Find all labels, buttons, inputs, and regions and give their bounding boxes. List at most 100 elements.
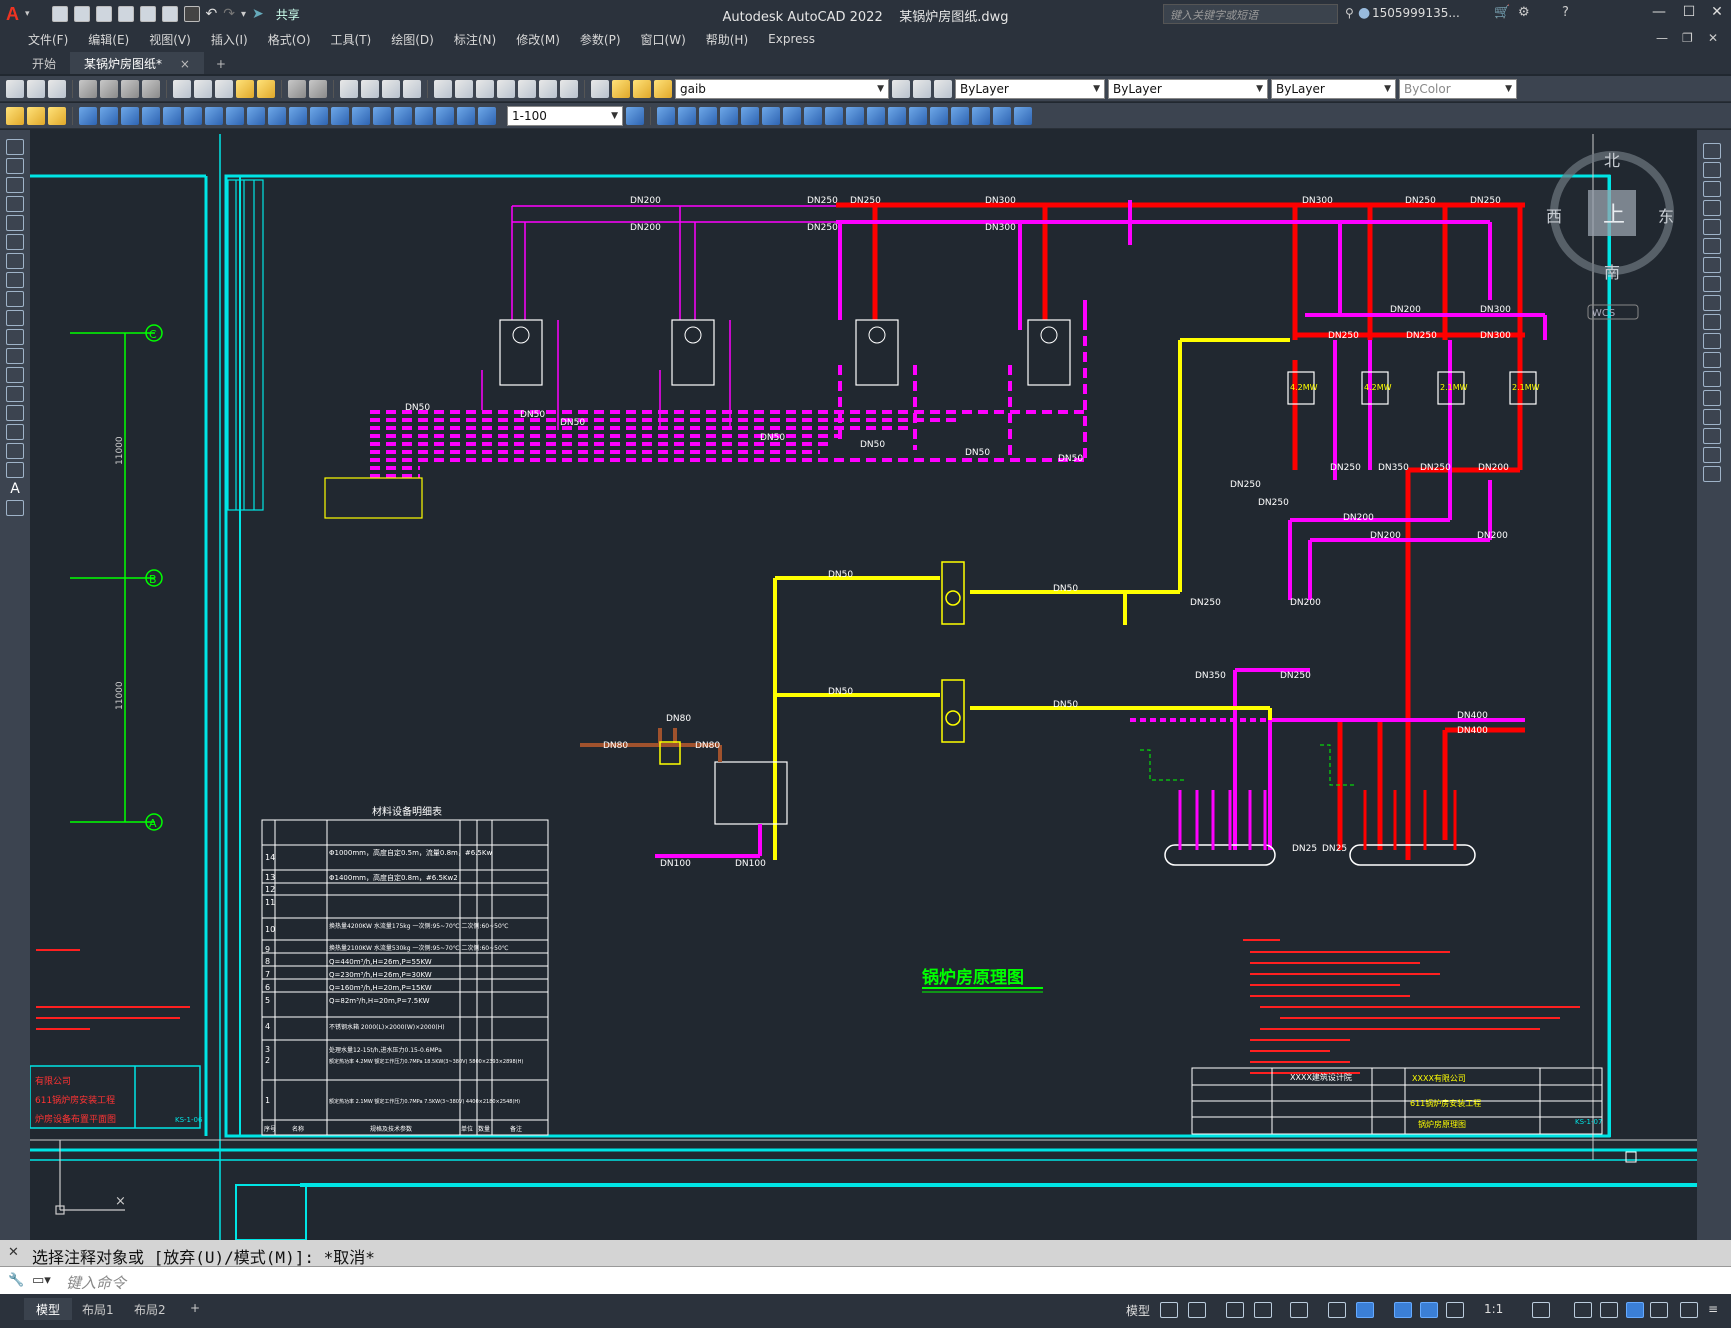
center-mark-icon[interactable]: [373, 106, 391, 125]
search-input[interactable]: 键入关键字或短语: [1163, 4, 1338, 24]
layout-tab-2[interactable]: 布局2: [122, 1298, 178, 1320]
viewcube-top[interactable]: 上: [1603, 203, 1625, 228]
layer-freeze-icon[interactable]: [48, 106, 66, 125]
check-icon[interactable]: [972, 106, 990, 125]
share-icon[interactable]: ➤: [252, 6, 264, 22]
flatshot-icon[interactable]: [1014, 106, 1032, 125]
menu-express[interactable]: Express: [758, 32, 825, 46]
dim-style-dropdown[interactable]: 1-100 ▼: [507, 105, 623, 126]
extrude-faces-icon[interactable]: [720, 106, 738, 125]
chamfer-icon[interactable]: [1703, 409, 1721, 425]
customize-qat-icon[interactable]: ▾: [241, 9, 246, 20]
tool-palettes-icon[interactable]: [476, 79, 494, 98]
autodesk-app-icon[interactable]: ⚙: [1518, 5, 1530, 20]
osnap-icon[interactable]: [1328, 1302, 1346, 1318]
menu-view[interactable]: 视图(V): [139, 31, 201, 48]
save-icon[interactable]: [95, 6, 112, 22]
tab-active-drawing[interactable]: 某锅炉房图纸* ×: [70, 52, 204, 74]
add-layout-icon[interactable]: +: [178, 1298, 212, 1320]
menu-tools[interactable]: 工具(T): [321, 31, 382, 48]
markup-icon[interactable]: [518, 79, 536, 98]
dim-space-icon[interactable]: [310, 106, 328, 125]
move-faces-icon[interactable]: [741, 106, 759, 125]
offset-faces-icon[interactable]: [762, 106, 780, 125]
publish-icon[interactable]: [121, 79, 139, 98]
quick-dim-icon[interactable]: [247, 106, 265, 125]
copy-object-icon[interactable]: [1703, 162, 1721, 178]
zoom-previous-icon[interactable]: [403, 79, 421, 98]
mtext-icon[interactable]: A: [6, 481, 24, 497]
add-selected-icon[interactable]: [6, 500, 24, 516]
fillet-icon[interactable]: [1703, 428, 1721, 444]
insert-block-icon[interactable]: [6, 348, 24, 364]
separate-icon[interactable]: [930, 106, 948, 125]
paste-icon[interactable]: [215, 79, 233, 98]
tab-start[interactable]: 开始: [18, 52, 70, 74]
hardware-acceleration-icon[interactable]: [1626, 1302, 1644, 1318]
redo-icon[interactable]: ↷: [223, 6, 235, 22]
layout-tab-1[interactable]: 布局1: [70, 1298, 126, 1320]
3d-print-icon[interactable]: [142, 79, 160, 98]
region-icon[interactable]: [6, 443, 24, 459]
viewcube-east[interactable]: 东: [1658, 207, 1674, 226]
close-command-icon[interactable]: ✕: [8, 1245, 19, 1260]
polyline-icon[interactable]: [6, 177, 24, 193]
dim-break-icon[interactable]: [331, 106, 349, 125]
stretch-icon[interactable]: [1703, 295, 1721, 311]
inspection-icon[interactable]: [394, 106, 412, 125]
new-file-icon[interactable]: [51, 6, 68, 22]
drawing-canvas[interactable]: C B A 11000 11000 × 有限公司 611锅炉房安装工程 炉房设备…: [30, 130, 1697, 1240]
gradient-icon[interactable]: [6, 424, 24, 440]
model-space-label[interactable]: 模型: [1126, 1302, 1150, 1319]
snap-icon[interactable]: [1188, 1302, 1206, 1318]
point-icon[interactable]: [6, 386, 24, 402]
zoom-realtime-icon[interactable]: [361, 79, 379, 98]
rotate-faces-icon[interactable]: [804, 106, 822, 125]
object-snap-icon[interactable]: [1356, 1302, 1374, 1318]
lineweight-dropdown[interactable]: ByLayer ▼: [1271, 78, 1396, 99]
intersect-icon[interactable]: [699, 106, 717, 125]
menu-draw[interactable]: 绘图(D): [381, 31, 444, 48]
menu-dimension[interactable]: 标注(N): [444, 31, 506, 48]
table-icon[interactable]: [6, 462, 24, 478]
jogged-dim-icon[interactable]: [184, 106, 202, 125]
menu-parametric[interactable]: 参数(P): [570, 31, 631, 48]
wcs-menu[interactable]: WCS: [1592, 308, 1615, 319]
calculator-icon[interactable]: [539, 79, 557, 98]
offset-icon[interactable]: [1703, 200, 1721, 216]
dim-update-icon[interactable]: [478, 106, 496, 125]
viewcube-west[interactable]: 西: [1546, 207, 1562, 226]
color-faces-icon[interactable]: [867, 106, 885, 125]
explode-icon[interactable]: [1703, 466, 1721, 482]
undo-icon[interactable]: ↶: [206, 6, 218, 22]
scale-icon[interactable]: [1703, 276, 1721, 292]
search-icon[interactable]: ⚲: [1345, 6, 1354, 20]
menu-help[interactable]: 帮助(H): [696, 31, 758, 48]
rectangle-icon[interactable]: [6, 215, 24, 231]
polygon-icon[interactable]: [6, 196, 24, 212]
undo-icon[interactable]: [288, 79, 306, 98]
ellipse-arc-icon[interactable]: [6, 329, 24, 345]
subtract-icon[interactable]: [678, 106, 696, 125]
maximize-icon[interactable]: ☐: [1676, 4, 1702, 24]
radius-dim-icon[interactable]: [163, 106, 181, 125]
baseline-dim-icon[interactable]: [268, 106, 286, 125]
layer-properties-icon[interactable]: [591, 79, 609, 98]
save-as-icon[interactable]: [117, 6, 134, 22]
isodraft-icon[interactable]: [1290, 1302, 1308, 1318]
wrench-icon[interactable]: 🔧: [8, 1273, 24, 1288]
new-tab-icon[interactable]: +: [204, 54, 238, 74]
rotate-icon[interactable]: [1703, 257, 1721, 273]
pan-icon[interactable]: [340, 79, 358, 98]
revcloud-icon[interactable]: [6, 272, 24, 288]
plot-icon[interactable]: [183, 6, 200, 22]
circle-icon[interactable]: [6, 253, 24, 269]
doc-restore-icon[interactable]: ❐: [1682, 31, 1693, 45]
save-icon[interactable]: [48, 79, 66, 98]
make-current-layer-icon[interactable]: [892, 79, 910, 98]
menu-modify[interactable]: 修改(M): [506, 31, 570, 48]
imprint-icon[interactable]: [888, 106, 906, 125]
customize-status-icon[interactable]: ≡: [1708, 1302, 1718, 1316]
tolerance-icon[interactable]: [352, 106, 370, 125]
viewcube[interactable]: [1550, 151, 1674, 320]
